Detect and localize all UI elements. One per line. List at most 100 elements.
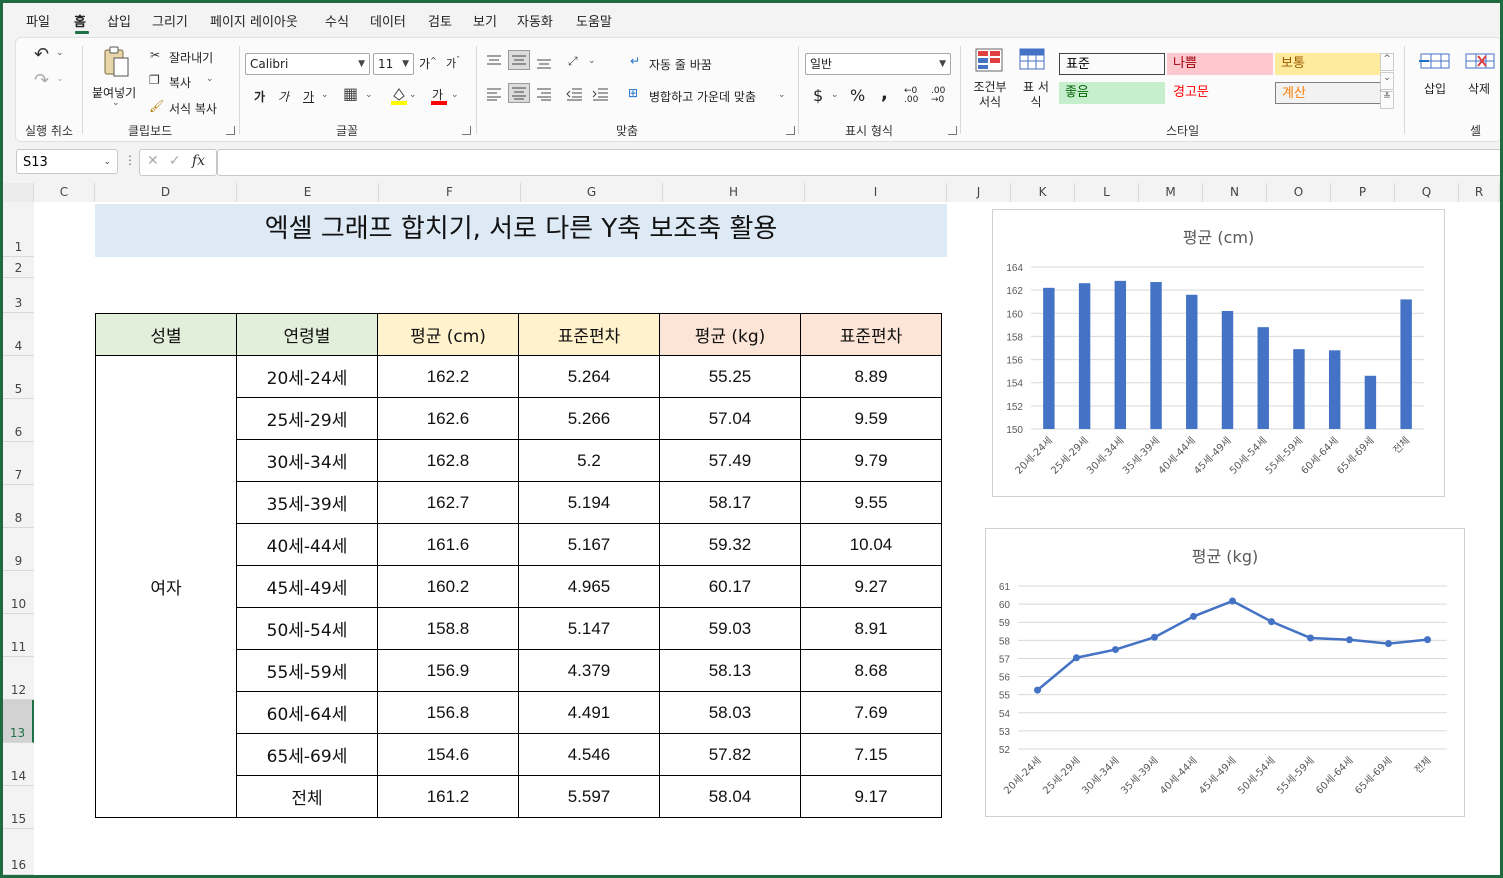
sheet-title[interactable]: 엑셀 그래프 합치기, 서로 다른 Y축 보조축 활용 bbox=[95, 204, 947, 257]
borders-dropdown-icon[interactable]: ⌄ bbox=[365, 90, 373, 100]
merge-center-button[interactable]: 병합하고 가운데 맞춤 bbox=[649, 88, 756, 105]
row-header[interactable]: 9 bbox=[3, 528, 34, 571]
font-color-button[interactable]: 가 bbox=[430, 84, 448, 106]
row-header[interactable]: 10 bbox=[3, 571, 34, 614]
increase-indent-icon[interactable] bbox=[592, 86, 608, 101]
cell[interactable]: 7.69 bbox=[800, 691, 942, 734]
column-header[interactable]: P bbox=[1331, 183, 1395, 202]
column-header[interactable]: E bbox=[237, 183, 379, 202]
shrink-font-button[interactable]: 가ˇ bbox=[446, 55, 460, 71]
cell[interactable]: 161.2 bbox=[377, 775, 519, 818]
underline-dropdown-icon[interactable]: ⌄ bbox=[321, 90, 329, 100]
row-header[interactable]: 3 bbox=[3, 278, 34, 313]
column-header[interactable]: Q bbox=[1395, 183, 1459, 202]
cell[interactable]: 7.15 bbox=[800, 733, 942, 776]
menu-view[interactable]: 보기 bbox=[473, 11, 497, 30]
redo-dropdown-icon[interactable]: ⌄ bbox=[56, 74, 64, 84]
merge-dropdown-icon[interactable]: ⌄ bbox=[778, 90, 786, 100]
row-header[interactable]: 7 bbox=[3, 442, 34, 485]
align-bottom-icon[interactable] bbox=[536, 55, 552, 69]
cell[interactable]: 160.2 bbox=[377, 565, 519, 608]
comma-button[interactable]: , bbox=[881, 83, 888, 104]
header-gender[interactable]: 성별 bbox=[95, 313, 237, 356]
row-header[interactable]: 5 bbox=[3, 356, 34, 399]
worksheet[interactable]: 엑셀 그래프 합치기, 서로 다른 Y축 보조축 활용 성별 연령별 평균 (c… bbox=[34, 202, 1500, 875]
conditional-format-button[interactable]: 조건부 서식 bbox=[970, 80, 1010, 110]
age-cell[interactable]: 65세-69세 bbox=[236, 733, 378, 776]
format-painter-button[interactable]: 서식 복사 bbox=[169, 100, 217, 117]
menu-help[interactable]: 도움말 bbox=[576, 11, 612, 30]
cell[interactable]: 156.9 bbox=[377, 649, 519, 692]
cell[interactable]: 5.597 bbox=[518, 775, 660, 818]
cell[interactable]: 58.17 bbox=[659, 481, 801, 524]
cell[interactable]: 4.965 bbox=[518, 565, 660, 608]
cell[interactable]: 5.194 bbox=[518, 481, 660, 524]
cell[interactable]: 9.27 bbox=[800, 565, 942, 608]
style-normal[interactable]: 표준 bbox=[1059, 53, 1165, 75]
increase-decimal-icon[interactable]: ←0.00 bbox=[904, 87, 918, 105]
select-all-corner[interactable] bbox=[3, 183, 34, 202]
cell[interactable]: 158.8 bbox=[377, 607, 519, 650]
gallery-scroll-down-icon[interactable]: ⌄ bbox=[1380, 72, 1394, 90]
gallery-scroll-up-icon[interactable]: ^ bbox=[1380, 53, 1394, 71]
column-header[interactable]: O bbox=[1267, 183, 1331, 202]
menu-review[interactable]: 검토 bbox=[428, 11, 452, 30]
header-height-sd[interactable]: 표준편차 bbox=[518, 313, 660, 356]
paste-dropdown-icon[interactable]: ⌄ bbox=[112, 98, 120, 108]
column-header[interactable]: G bbox=[521, 183, 663, 202]
column-header[interactable]: F bbox=[379, 183, 521, 202]
age-cell[interactable]: 전체 bbox=[236, 775, 378, 818]
header-weight-sd[interactable]: 표준편차 bbox=[800, 313, 942, 356]
column-header[interactable]: L bbox=[1075, 183, 1139, 202]
menu-page-layout[interactable]: 페이지 레이아웃 bbox=[210, 11, 298, 30]
cell[interactable]: 57.49 bbox=[659, 439, 801, 482]
menu-home[interactable]: 홈 bbox=[74, 11, 86, 30]
redo-icon[interactable]: ↷ bbox=[34, 70, 49, 91]
cell[interactable]: 60.17 bbox=[659, 565, 801, 608]
delete-cells-icon[interactable] bbox=[1464, 50, 1496, 72]
style-warning[interactable]: 경고문 bbox=[1167, 82, 1273, 104]
row-header[interactable]: 1 bbox=[3, 202, 34, 257]
style-good[interactable]: 좋음 bbox=[1059, 82, 1165, 104]
cell[interactable]: 5.264 bbox=[518, 355, 660, 398]
row-header[interactable]: 15 bbox=[3, 786, 34, 829]
italic-button[interactable]: 가 bbox=[278, 88, 289, 105]
insert-cells-icon[interactable] bbox=[1419, 50, 1451, 72]
currency-dropdown-icon[interactable]: ⌄ bbox=[831, 90, 839, 100]
cell[interactable]: 57.04 bbox=[659, 397, 801, 440]
menu-data[interactable]: 데이터 bbox=[370, 11, 406, 30]
fill-color-icon[interactable] bbox=[390, 86, 408, 106]
age-cell[interactable]: 45세-49세 bbox=[236, 565, 378, 608]
wrap-text-icon[interactable]: ↵ bbox=[630, 54, 640, 68]
delete-cells-button[interactable]: 삭제 bbox=[1468, 80, 1490, 97]
align-left-icon[interactable] bbox=[486, 86, 502, 101]
gallery-more-icon[interactable]: ≚ bbox=[1380, 91, 1394, 109]
cell[interactable]: 10.04 bbox=[800, 523, 942, 566]
style-neutral[interactable]: 보통 bbox=[1275, 53, 1381, 75]
cut-icon[interactable]: ✂ bbox=[150, 48, 160, 62]
column-header[interactable]: H bbox=[663, 183, 805, 202]
cell[interactable]: 55.25 bbox=[659, 355, 801, 398]
cell[interactable]: 57.82 bbox=[659, 733, 801, 776]
cell[interactable]: 8.68 bbox=[800, 649, 942, 692]
align-top-icon[interactable] bbox=[486, 53, 502, 67]
font-name-select[interactable]: Calibri ▼ bbox=[245, 53, 370, 75]
row-header-selected[interactable]: 13 bbox=[3, 700, 34, 743]
orientation-icon[interactable]: ⤢ bbox=[568, 54, 578, 69]
cancel-icon[interactable]: ✕ bbox=[147, 153, 159, 169]
menu-insert[interactable]: 삽입 bbox=[107, 11, 131, 30]
age-cell[interactable]: 25세-29세 bbox=[236, 397, 378, 440]
column-header[interactable]: N bbox=[1203, 183, 1267, 202]
format-as-table-icon[interactable] bbox=[1019, 48, 1047, 72]
height-bar-chart[interactable]: 평균 (cm) 150 152 154 156 158 160 162 164 20세-24세 25… bbox=[992, 209, 1445, 497]
row-header[interactable]: 4 bbox=[3, 313, 34, 356]
cell[interactable]: 162.2 bbox=[377, 355, 519, 398]
formula-input[interactable] bbox=[217, 149, 1500, 176]
cell[interactable]: 154.6 bbox=[377, 733, 519, 776]
merge-center-icon[interactable]: ⊞ bbox=[628, 86, 638, 100]
row-header[interactable]: 14 bbox=[3, 743, 34, 786]
cell[interactable]: 59.03 bbox=[659, 607, 801, 650]
insert-function-button[interactable]: fx bbox=[192, 153, 205, 169]
copy-dropdown-icon[interactable]: ⌄ bbox=[206, 74, 214, 84]
align-right-icon[interactable] bbox=[536, 86, 552, 101]
